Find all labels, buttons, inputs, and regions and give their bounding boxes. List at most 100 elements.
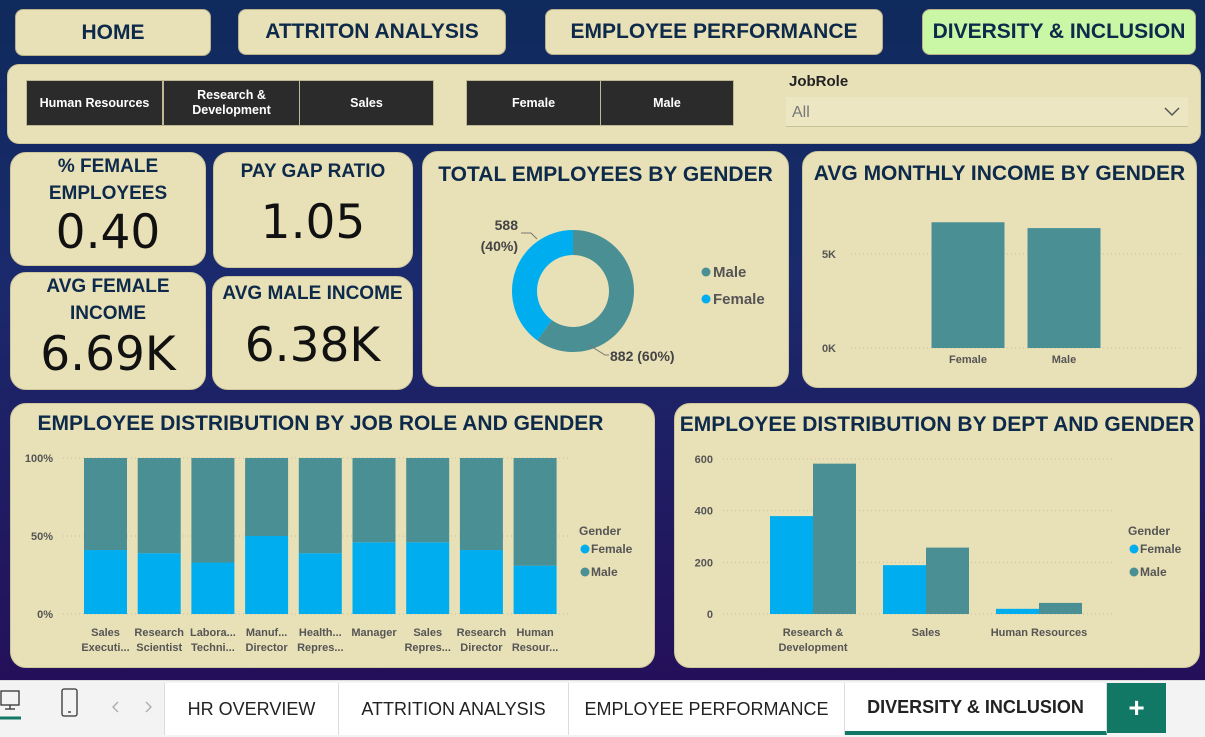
legend-marker-female <box>580 544 590 554</box>
tab-scroll-left-button[interactable] <box>108 699 124 715</box>
legend-label-male: Male <box>713 264 746 281</box>
jobrole-bar-male <box>137 458 181 554</box>
x-tick-label: Human <box>516 627 554 639</box>
y-tick-label: 100% <box>25 453 53 465</box>
jobrole-gender-card: EMPLOYEE DISTRIBUTION BY JOB ROLE AND GE… <box>10 403 655 668</box>
jobrole-dropdown-value: All <box>792 104 810 121</box>
legend-label-male: Male <box>591 565 618 579</box>
x-tick-label: Sales <box>413 627 442 639</box>
dept-slicer-sales[interactable]: Sales <box>299 80 434 126</box>
x-tick-label: Executi... <box>81 642 129 654</box>
x-tick-label: Development <box>778 642 847 654</box>
jobrole-bar-female <box>352 542 396 614</box>
x-tick-label: Manuf... <box>246 627 288 639</box>
x-tick-label: Sales <box>912 627 941 639</box>
kpi-avg-female-card: AVG FEMALE INCOME 6.69K <box>10 272 206 390</box>
x-tick-label: Techni... <box>191 642 235 654</box>
jobrole-bar-female <box>298 553 342 614</box>
x-tick-label: Research <box>134 627 184 639</box>
add-page-button[interactable]: + <box>1107 683 1166 733</box>
jobrole-bar-female <box>513 565 557 614</box>
jobrole-dropdown[interactable]: All <box>786 97 1188 127</box>
kpi-avg-male-card: AVG MALE INCOME 6.38K <box>212 276 413 390</box>
jobrole-bar-male <box>459 458 503 551</box>
jobrole-bar-male <box>84 458 127 551</box>
legend-marker-male <box>580 567 590 577</box>
jobrole-bar-female <box>137 553 181 614</box>
x-tick-label: Director <box>246 642 289 654</box>
kpi-female-pct-title: % FEMALE EMPLOYEES <box>48 156 168 204</box>
jobrole-bar-female <box>245 536 289 614</box>
dept-bar-female <box>770 516 813 614</box>
chevron-left-icon <box>112 701 119 713</box>
dept-bar-female <box>996 608 1039 614</box>
x-tick-label: Male <box>1052 354 1076 366</box>
dept-bar-female <box>883 565 926 614</box>
tab-hr-overview[interactable]: HR OVERVIEW <box>164 683 339 735</box>
x-tick-label: Resour... <box>512 642 558 654</box>
jobrole-bar-male <box>245 458 289 536</box>
y-tick-label: 200 <box>695 557 713 569</box>
gender-slicer-female[interactable]: Female <box>466 80 601 126</box>
x-tick-label: Female <box>949 354 987 366</box>
x-tick-label: Labora... <box>190 627 236 639</box>
jobrole-bar-male <box>406 458 450 543</box>
monitor-icon <box>0 690 21 720</box>
x-tick-label: Human Resources <box>991 627 1088 639</box>
donut-label-female-pct: (40%) <box>481 238 518 254</box>
y-tick-label: 50% <box>31 531 53 543</box>
y-tick-label: 400 <box>695 506 713 518</box>
x-tick-label: Repres... <box>404 642 450 654</box>
dept-bar-male <box>1039 602 1082 614</box>
nav-attrition-button[interactable]: ATTRITON ANALYSIS <box>238 9 506 55</box>
donut-label-female-count: 588 <box>495 217 519 233</box>
leader-line-male <box>588 344 609 356</box>
filter-panel: Human Resources Research & Development S… <box>7 64 1201 144</box>
jobrole-bar-male <box>513 458 557 566</box>
legend-label-female: Female <box>1140 542 1182 556</box>
desktop-view-button[interactable] <box>0 687 22 721</box>
x-tick-label: Scientist <box>136 642 182 654</box>
gender-donut-chart: 882 (60%) 588 (40%) Male Female <box>481 217 765 364</box>
legend-marker-female <box>1129 544 1139 554</box>
nav-performance-button[interactable]: EMPLOYEE PERFORMANCE <box>545 9 883 55</box>
jobrole-bar-female <box>191 562 235 614</box>
kpi-female-pct-value: 0.40 <box>55 205 161 260</box>
jobrole-bar-female <box>406 542 450 614</box>
kpi-avg-male-value: 6.38K <box>244 318 381 373</box>
tab-attrition-analysis[interactable]: ATTRITION ANALYSIS <box>339 683 569 735</box>
leader-line-female <box>521 232 538 240</box>
report-canvas: HOME ATTRITON ANALYSIS EMPLOYEE PERFORMA… <box>0 0 1205 680</box>
x-tick-label: Health... <box>299 627 342 639</box>
tab-scroll-right-button[interactable] <box>140 699 156 715</box>
legend-marker-male <box>701 267 711 277</box>
dept-slicer-human-resources[interactable]: Human Resources <box>26 80 163 126</box>
gender-slicer-male[interactable]: Male <box>600 80 734 126</box>
jobrole-bar-male <box>298 458 342 554</box>
x-tick-label: Manager <box>351 627 397 639</box>
jobrole-label: JobRole <box>789 73 849 90</box>
donut-slice-female <box>512 230 573 341</box>
y-tick-label: 0% <box>37 609 53 621</box>
dept-gender-card: EMPLOYEE DISTRIBUTION BY DEPT AND GENDER… <box>674 403 1200 668</box>
nav-diversity-button[interactable]: DIVERSITY & INCLUSION <box>922 9 1196 55</box>
jobrole-gender-chart: 0% 50% 100% Sales Executi... Research Scientis… <box>25 453 633 654</box>
legend-marker-male <box>1129 567 1139 577</box>
dept-bar-male <box>926 547 969 614</box>
nav-home-button[interactable]: HOME <box>15 9 211 56</box>
mobile-view-button[interactable] <box>58 687 82 721</box>
income-by-gender-card: AVG MONTHLY INCOME BY GENDER 0K 5K Female M… <box>802 151 1197 388</box>
dept-slicer-research-development[interactable]: Research & Development <box>163 80 300 126</box>
income-bar-female <box>931 222 1005 348</box>
kpi-avg-male-title: AVG MALE INCOME <box>222 283 403 304</box>
income-by-gender-chart: 0K 5K Female Male <box>822 222 1183 366</box>
legend-label-female: Female <box>713 291 765 308</box>
chevron-down-icon <box>1164 107 1180 117</box>
tab-diversity-inclusion[interactable]: DIVERSITY & INCLUSION <box>845 683 1107 735</box>
jobrole-bar-female <box>459 550 503 614</box>
tab-employee-performance[interactable]: EMPLOYEE PERFORMANCE <box>569 683 845 735</box>
dept-bar-male <box>813 463 856 614</box>
chevron-right-icon <box>145 701 152 713</box>
jobrole-bar-male <box>191 458 235 563</box>
kpi-pay-gap-value: 1.05 <box>260 195 366 250</box>
